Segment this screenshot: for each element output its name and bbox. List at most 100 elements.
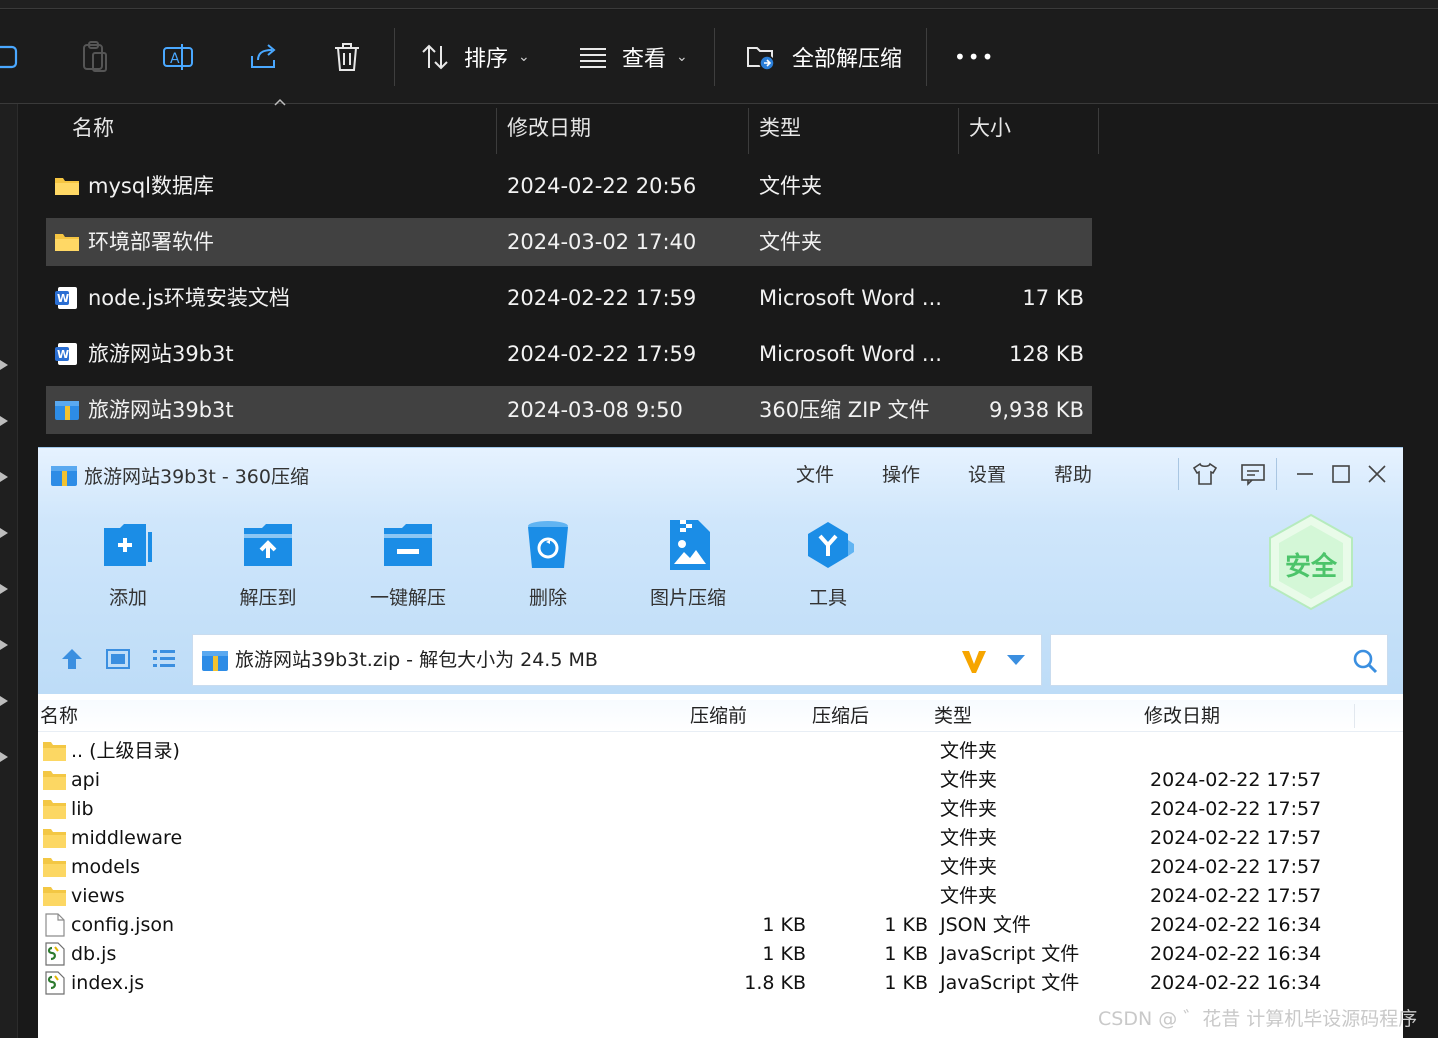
archive-item-before: 1.8 KB <box>744 972 806 994</box>
zip-window-title: 旅游网站39b3t - 360压缩 <box>50 462 309 489</box>
paste-button[interactable] <box>80 10 110 104</box>
file-row[interactable]: W 旅游网站39b3t 2024-02-22 17:59 Microsoft W… <box>46 330 1092 378</box>
feedback-button[interactable] <box>1238 460 1268 488</box>
one-click-extract-icon <box>384 524 432 566</box>
column-divider[interactable] <box>1098 108 1099 154</box>
skin-button[interactable] <box>1190 460 1220 488</box>
view-button[interactable]: 查看 ⌄ <box>578 10 688 104</box>
word-doc-icon: W <box>55 287 77 309</box>
delete-files-button[interactable]: 删除 <box>498 512 598 612</box>
archive-item-type: 文件夹 <box>940 827 998 849</box>
column-header-name[interactable]: 名称 <box>40 700 78 732</box>
expand-arrow-icon[interactable] <box>0 360 8 370</box>
archive-row[interactable]: .. (上级目录) 文件夹 <box>38 737 1403 766</box>
extract-folder-icon <box>746 42 778 72</box>
folder-icon <box>43 742 66 761</box>
expand-arrow-icon[interactable] <box>0 696 8 706</box>
archive-item-date: 2024-02-22 16:34 <box>1150 943 1322 965</box>
archive-row[interactable]: middleware 文件夹 2024-02-22 17:57 <box>38 824 1403 853</box>
toolbar-divider <box>394 28 395 86</box>
archive-item-type: 文件夹 <box>940 856 998 878</box>
file-date: 2024-03-02 17:40 <box>507 230 697 254</box>
search-input[interactable] <box>1050 634 1388 686</box>
copy-button[interactable] <box>0 10 26 104</box>
archive-path-bar[interactable]: 旅游网站39b3t.zip - 解包大小为 24.5 MB <box>192 634 1042 686</box>
close-icon <box>1368 465 1386 483</box>
column-header-size[interactable]: 大小 <box>959 104 1011 152</box>
tools-button[interactable]: 工具 <box>778 512 878 612</box>
maximize-button[interactable] <box>1326 460 1356 488</box>
maximize-icon <box>1332 465 1350 483</box>
security-badge[interactable]: 安全 <box>1268 513 1354 611</box>
column-header-before[interactable]: 压缩前 <box>690 700 747 732</box>
delete-button[interactable] <box>332 10 362 104</box>
file-row-selected[interactable]: 环境部署软件 2024-03-02 17:40 文件夹 <box>46 218 1092 266</box>
archive-row[interactable]: api 文件夹 2024-02-22 17:57 <box>38 766 1403 795</box>
file-type: Microsoft Word ... <box>759 286 942 310</box>
menu-file[interactable]: 文件 <box>796 460 834 487</box>
archive-row[interactable]: models 文件夹 2024-02-22 17:57 <box>38 853 1403 882</box>
archive-item-name: models <box>71 856 141 878</box>
rename-button[interactable]: A <box>162 10 194 104</box>
titlebar-divider <box>1178 458 1179 490</box>
archive-row[interactable]: index.js 1.8 KB 1 KB JavaScript 文件 2024-… <box>38 969 1403 998</box>
archive-item-after: 1 KB <box>884 914 928 936</box>
image-compress-button[interactable]: 图片压缩 <box>638 512 738 612</box>
more-options-button[interactable]: ••• <box>954 10 995 104</box>
one-click-extract-button[interactable]: 一键解压 <box>358 512 458 612</box>
file-row[interactable]: mysql数据库 2024-02-22 20:56 文件夹 <box>46 162 1092 210</box>
archive-row[interactable]: config.json 1 KB 1 KB JSON 文件 2024-02-22… <box>38 911 1403 940</box>
column-divider[interactable] <box>1354 704 1355 728</box>
column-header-name[interactable]: 名称 <box>62 104 114 152</box>
column-header-date[interactable]: 修改日期 <box>1144 700 1220 732</box>
archive-row[interactable]: views 文件夹 2024-02-22 17:57 <box>38 882 1403 911</box>
extract-to-button[interactable]: 解压到 <box>218 512 318 612</box>
rename-icon: A <box>162 42 194 72</box>
archive-row[interactable]: db.js 1 KB 1 KB JavaScript 文件 2024-02-22… <box>38 940 1403 969</box>
file-row-selected[interactable]: 旅游网站39b3t 2024-03-08 9:50 360压缩 ZIP 文件 9… <box>46 386 1092 434</box>
svg-text:W: W <box>57 348 69 361</box>
copy-icon <box>0 43 26 71</box>
menu-settings[interactable]: 设置 <box>968 460 1006 487</box>
file-row[interactable]: W node.js环境安装文档 2024-02-22 17:59 Microso… <box>46 274 1092 322</box>
thumbnail-view-icon[interactable] <box>105 646 131 672</box>
extract-all-button[interactable]: 全部解压缩 <box>746 10 902 104</box>
archive-row[interactable]: lib 文件夹 2024-02-22 17:57 <box>38 795 1403 824</box>
minimize-button[interactable] <box>1290 460 1320 488</box>
file-size: 128 KB <box>1009 342 1084 366</box>
expand-arrow-icon[interactable] <box>0 584 8 594</box>
view-label: 查看 <box>622 47 667 72</box>
search-icon[interactable] <box>1351 647 1379 675</box>
share-button[interactable] <box>248 10 280 104</box>
archive-item-date: 2024-02-22 16:34 <box>1150 914 1322 936</box>
column-header-date[interactable]: 修改日期 <box>497 104 591 152</box>
tool-label: 图片压缩 <box>649 587 726 609</box>
archive-item-type: 文件夹 <box>940 740 998 762</box>
up-level-icon[interactable] <box>59 646 85 672</box>
image-compress-icon <box>670 520 710 570</box>
expand-arrow-icon[interactable] <box>0 528 8 538</box>
column-header-type[interactable]: 类型 <box>934 700 972 732</box>
expand-arrow-icon[interactable] <box>0 640 8 650</box>
archive-item-after: 1 KB <box>884 972 928 994</box>
menu-help[interactable]: 帮助 <box>1054 460 1092 487</box>
file-name: node.js环境安装文档 <box>88 286 290 310</box>
zip-archive-icon <box>55 401 79 420</box>
more-dots-icon: ••• <box>954 45 996 69</box>
menu-operation[interactable]: 操作 <box>882 460 920 487</box>
add-folder-icon <box>104 524 152 566</box>
expand-arrow-icon[interactable] <box>0 752 8 762</box>
expand-arrow-icon[interactable] <box>0 416 8 426</box>
dropdown-arrow-icon[interactable] <box>1005 653 1027 667</box>
folder-icon <box>43 887 66 906</box>
archive-path-text: 旅游网站39b3t.zip - 解包大小为 24.5 MB <box>235 649 598 671</box>
column-header-type[interactable]: 类型 <box>749 104 801 152</box>
sort-button[interactable]: 排序 ⌄ <box>420 10 530 104</box>
close-button[interactable] <box>1362 460 1392 488</box>
column-header-after[interactable]: 压缩后 <box>812 700 869 732</box>
archive-item-date: 2024-02-22 17:57 <box>1150 798 1322 820</box>
list-view-icon[interactable] <box>151 646 177 672</box>
archive-item-type: JavaScript 文件 <box>940 943 1080 965</box>
expand-arrow-icon[interactable] <box>0 472 8 482</box>
add-button[interactable]: 添加 <box>78 512 178 612</box>
